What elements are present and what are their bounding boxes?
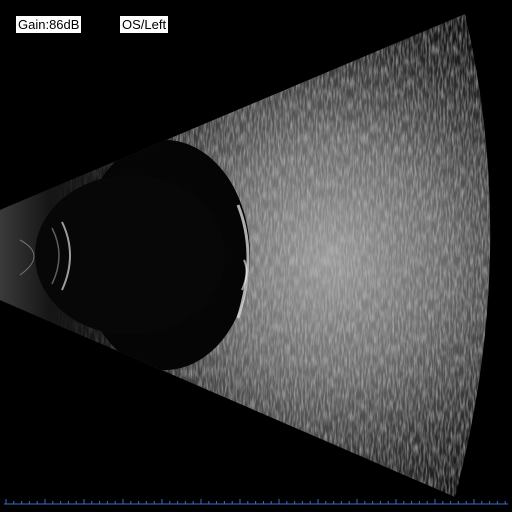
gain-label: Gain:86dB (16, 16, 82, 33)
depth-ruler (4, 499, 508, 505)
eye-side-label: OS/Left (120, 16, 169, 33)
ultrasound-bscan-image (0, 14, 508, 505)
